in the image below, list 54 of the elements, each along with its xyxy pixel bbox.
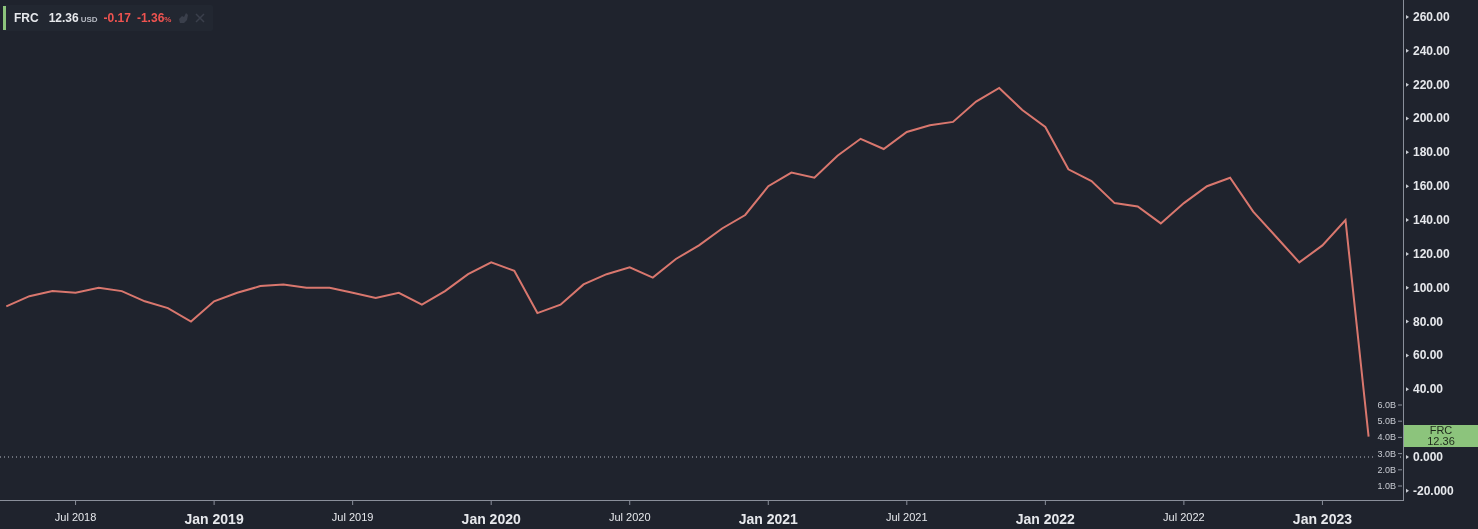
volume-label: 3.0B [1377,448,1396,459]
tick-mark [1406,184,1409,189]
date-label: Jul 2022 [1163,511,1205,523]
volume-label: 5.0B [1377,416,1396,427]
tick-mark [1406,319,1409,324]
date-label: Jan 2020 [461,511,521,527]
volume-label: 6.0B [1377,400,1396,410]
tick-mark [1406,82,1409,87]
price-label: 100.00 [1413,280,1450,295]
date-label: Jul 2020 [608,511,651,523]
price-label: 240.00 [1413,43,1450,58]
tick-mark [1406,218,1409,223]
tick-mark [1406,488,1409,493]
date-label: Jan 2019 [184,511,244,527]
price-label: 120.00 [1413,246,1450,261]
price-label: 220.00 [1413,77,1450,92]
last-price: 12.36 [48,11,79,25]
price-label: 200.00 [1413,111,1450,126]
price-change: -0.17 [103,11,131,25]
price-tag-symbol: FRC [1429,425,1453,437]
tick-mark [1406,14,1409,19]
price-label: 0.000 [1413,450,1444,464]
hand-icon[interactable] [177,12,190,24]
price-label: 140.00 [1413,213,1450,228]
close-icon[interactable] [195,13,206,23]
tick-mark [1406,387,1409,392]
volume-label: 1.0B [1377,481,1396,491]
volume-label: 2.0B [1377,464,1396,475]
price-label: 180.00 [1413,145,1450,160]
date-label: Jul 2018 [54,511,97,523]
tick-mark [1406,150,1409,155]
price-label: 40.00 [1413,382,1444,397]
volume-label: 4.0B [1377,432,1396,443]
price-label: 160.00 [1413,179,1450,194]
tick-mark [1406,48,1409,53]
date-label: Jan 2021 [738,511,798,527]
tick-mark [1406,116,1409,121]
price-label: -20.000 [1413,483,1454,498]
date-label: Jul 2021 [886,511,928,523]
price-label: 260.00 [1413,9,1450,24]
date-label: Jul 2019 [331,511,374,523]
price-tag-value: 12.36 [1427,436,1455,448]
tick-mark [1406,251,1409,256]
symbol-name: FRC [14,11,39,25]
currency-label: USD [80,14,98,24]
price-label: 80.00 [1413,314,1444,329]
tick-mark [1406,353,1409,358]
tick-mark [1406,455,1409,459]
date-label: Jan 2022 [1015,511,1075,527]
series-color-bar [3,6,6,30]
price-label: 60.00 [1413,348,1444,363]
date-label: Jan 2023 [1292,511,1352,527]
tick-mark [1406,285,1409,290]
percent-change: -1.36% [136,11,172,25]
